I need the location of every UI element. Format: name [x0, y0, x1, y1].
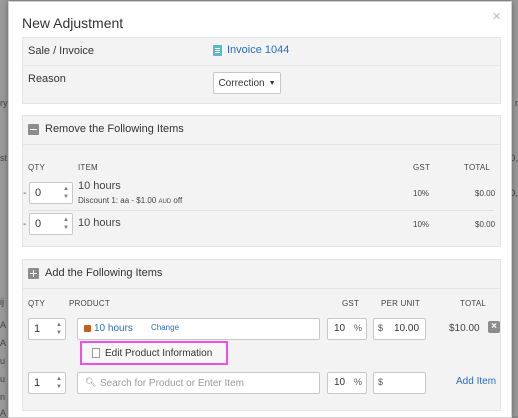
gst-value: 10 [334, 377, 346, 388]
per-unit-header: PER UNIT [381, 299, 420, 308]
total-header: TOTAL [460, 299, 487, 308]
collapse-icon[interactable] [28, 124, 39, 135]
currency-sign: $ [378, 323, 384, 333]
item-total: $0.00 [475, 189, 496, 198]
add-items-header[interactable]: Add the Following Items [23, 260, 500, 289]
sale-invoice-label: Sale / Invoice [28, 45, 95, 57]
qty-value: 0 [35, 218, 42, 230]
gst-input[interactable]: 10 % [327, 372, 367, 394]
discount-suffix: off [173, 196, 183, 205]
row-dash: - [23, 219, 27, 230]
item-discount: Discount 1: aa - $1.00 AUD off [78, 196, 182, 205]
qty-value: 0 [35, 187, 42, 199]
qty-header: QTY [28, 163, 46, 172]
line-total: $10.00 [449, 323, 480, 334]
reason-row: Reason Correction ▼ [23, 66, 500, 103]
percent-sign: % [353, 377, 362, 387]
qty-header: QTY [28, 299, 46, 308]
price-value: 10.00 [394, 323, 420, 334]
qty-stepper[interactable]: 0 ▲ ▼ [29, 182, 73, 204]
bg-text: A [0, 408, 7, 418]
discount-unit: AUD [158, 199, 172, 205]
product-search-input[interactable]: 🔍︎ Search for Product or Enter Item [77, 372, 320, 394]
search-icon: 🔍︎ [85, 377, 97, 387]
gst-value: 10 [334, 323, 346, 334]
item-gst: 10% [413, 189, 430, 198]
gst-header: GST [342, 299, 360, 308]
close-icon[interactable]: × [492, 8, 501, 25]
product-box-icon [84, 325, 91, 332]
invoice-link-label: Invoice 1044 [227, 44, 290, 56]
item-total: $0.00 [475, 220, 496, 229]
sale-invoice-row: Sale / Invoice Invoice 1044 [23, 38, 500, 66]
adjustment-info: Sale / Invoice Invoice 1044 Reason Corre… [22, 37, 501, 104]
spinner-up-icon[interactable]: ▲ [56, 322, 62, 328]
spinner-up-icon[interactable]: ▲ [56, 376, 62, 382]
spinner[interactable]: ▲ ▼ [56, 375, 62, 391]
edit-product-info-highlight: Edit Product Information [80, 341, 228, 365]
reason-value: Correction [218, 77, 265, 89]
reason-select[interactable]: Correction ▼ [213, 72, 281, 94]
price-input[interactable]: $ [373, 372, 426, 394]
qty-value: 1 [34, 377, 41, 389]
spinner-up-icon[interactable]: ▲ [63, 186, 69, 192]
currency-sign: $ [378, 377, 384, 387]
add-items-panel: Add the Following Items QTY PRODUCT GST … [22, 259, 501, 411]
bg-text: n [0, 392, 6, 402]
spinner-down-icon[interactable]: ▼ [56, 384, 62, 390]
item-name: 10 hours [78, 180, 121, 192]
qty-stepper[interactable]: 0 ▲ ▼ [29, 213, 73, 235]
qty-stepper[interactable]: 1 ▲ ▼ [28, 372, 66, 394]
price-input[interactable]: $ 10.00 [373, 318, 426, 340]
expand-icon[interactable] [28, 268, 39, 279]
invoice-link[interactable]: Invoice 1044 [213, 44, 289, 56]
new-adjustment-dialog: New Adjustment × Sale / Invoice Invoice … [8, 1, 512, 418]
product-header: PRODUCT [69, 299, 110, 308]
product-field[interactable]: 10 hours Change [77, 318, 320, 340]
row-dash: - [23, 188, 27, 199]
bg-text: ij [0, 297, 4, 307]
bg-text: A [0, 320, 7, 330]
search-placeholder: Search for Product or Enter Item [100, 378, 244, 389]
remove-items-title: Remove the Following Items [45, 123, 184, 135]
add-item-button[interactable]: Add Item [456, 376, 496, 387]
qty-value: 1 [34, 323, 41, 335]
dialog-title: New Adjustment [22, 15, 124, 31]
reason-label: Reason [28, 73, 66, 85]
spinner-up-icon[interactable]: ▲ [63, 217, 69, 223]
spinner-down-icon[interactable]: ▼ [56, 330, 62, 336]
bg-text: u [0, 356, 6, 366]
bg-text: u [0, 374, 6, 384]
spinner-down-icon[interactable]: ▼ [63, 194, 69, 200]
add-items-title: Add the Following Items [45, 267, 163, 279]
item-header: ITEM [78, 163, 98, 172]
bg-text: st [0, 153, 8, 163]
page-icon [92, 348, 100, 358]
gst-input[interactable]: 10 % [327, 318, 367, 340]
qty-stepper[interactable]: 1 ▲ ▼ [28, 318, 66, 340]
spinner[interactable]: ▲ ▼ [63, 185, 69, 201]
product-link[interactable]: 10 hours [84, 323, 133, 334]
row-divider [28, 210, 494, 211]
bg-text: A [0, 338, 7, 348]
caret-down-icon: ▼ [268, 79, 276, 87]
remove-items-panel: Remove the Following Items QTY ITEM GST … [22, 115, 501, 247]
item-name: 10 hours [78, 217, 121, 229]
spinner[interactable]: ▲ ▼ [56, 321, 62, 337]
total-header: TOTAL [464, 163, 491, 172]
product-name: 10 hours [94, 323, 133, 334]
spinner-down-icon[interactable]: ▼ [63, 225, 69, 231]
gst-header: GST [413, 163, 431, 172]
percent-sign: % [353, 323, 362, 333]
bg-text: ry [0, 98, 8, 108]
spinner[interactable]: ▲ ▼ [63, 216, 69, 232]
edit-product-info-label: Edit Product Information [105, 347, 213, 359]
change-product-link[interactable]: Change [151, 323, 179, 332]
remove-items-header[interactable]: Remove the Following Items [23, 116, 500, 145]
item-gst: 10% [413, 220, 430, 229]
document-icon [213, 44, 222, 56]
remove-row-icon[interactable]: × [488, 321, 500, 333]
discount-text: Discount 1: aa - $1.00 [78, 196, 157, 205]
edit-product-info-button[interactable]: Edit Product Information [92, 346, 212, 360]
